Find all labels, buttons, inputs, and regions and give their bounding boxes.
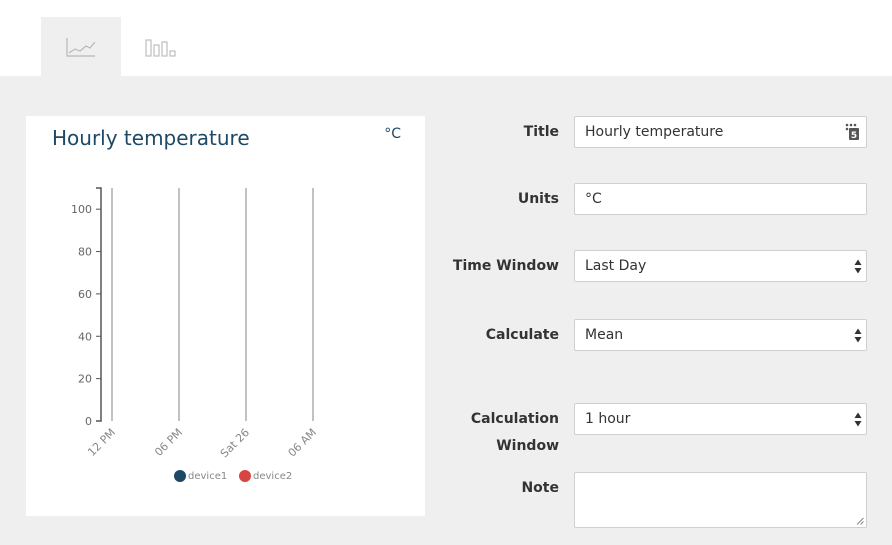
calculation-window-value: 1 hour — [585, 411, 631, 427]
units-input[interactable] — [585, 191, 856, 207]
y-tick-label: 40 — [78, 330, 92, 343]
note-textarea[interactable] — [574, 472, 867, 528]
calendar-icon-number: 5 — [851, 131, 857, 141]
y-axis-line — [96, 187, 102, 422]
line-chart-icon — [66, 37, 96, 57]
title-input[interactable] — [585, 124, 856, 140]
y-tick-label: 20 — [78, 373, 92, 386]
select-arrows-icon — [854, 259, 862, 274]
calendar-icon[interactable]: 5 — [844, 123, 860, 141]
time-window-label: Time Window — [452, 258, 559, 274]
time-window-value: Last Day — [585, 258, 647, 274]
x-tick-label: 12 PM — [85, 426, 118, 459]
calculate-label: Calculate — [485, 327, 559, 343]
chart-preview-panel: Hourly temperature °C 0 20 40 60 80 100 12 PM 0… — [26, 116, 425, 516]
y-tick-label: 0 — [85, 415, 92, 428]
time-window-select[interactable]: Last Day — [574, 250, 867, 282]
units-field[interactable] — [574, 183, 867, 215]
legend-marker[interactable] — [239, 470, 251, 482]
y-tick-label: 80 — [78, 246, 92, 259]
title-label: Title — [523, 124, 559, 140]
calculation-window-label-line2: Window — [496, 438, 559, 454]
title-field[interactable]: 5 — [574, 116, 867, 148]
x-tick-label: 06 PM — [152, 426, 185, 459]
calculate-value: Mean — [585, 327, 624, 343]
bar-chart-icon — [145, 38, 176, 57]
select-arrows-icon — [854, 412, 862, 427]
y-tick-label: 100 — [71, 203, 92, 216]
tab-line-chart[interactable] — [41, 17, 121, 76]
x-tick-label: Sat 26 — [218, 426, 252, 460]
units-label: Units — [517, 191, 559, 207]
note-label: Note — [521, 480, 559, 496]
x-tick-label: 06 AM — [286, 426, 320, 460]
tab-bar-chart[interactable] — [121, 17, 201, 76]
chart-plot: 0 20 40 60 80 100 12 PM 06 PM Sat 26 06 AM device1… — [71, 187, 320, 482]
legend-marker[interactable] — [174, 470, 186, 482]
resize-handle-icon[interactable] — [856, 517, 864, 525]
calculation-window-label-line1: Calculation — [470, 411, 559, 427]
select-arrows-icon — [854, 328, 862, 343]
y-tick-label: 60 — [78, 288, 92, 301]
tab-bar — [0, 0, 892, 76]
legend-label[interactable]: device1 — [188, 471, 227, 482]
legend-label[interactable]: device2 — [253, 471, 292, 482]
calculation-window-select[interactable]: 1 hour — [574, 403, 867, 435]
calculate-select[interactable]: Mean — [574, 319, 867, 351]
